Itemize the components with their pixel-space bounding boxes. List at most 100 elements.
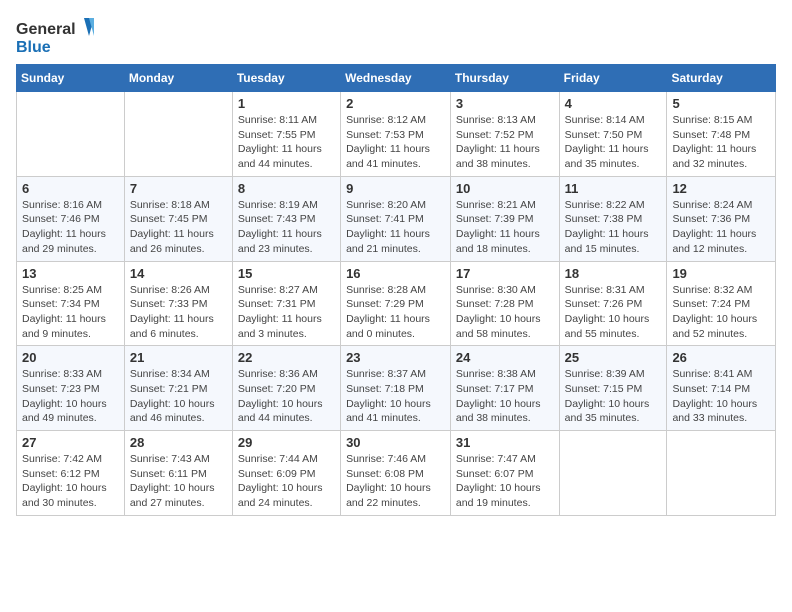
- day-number: 12: [672, 181, 770, 196]
- day-detail: Sunrise: 8:34 AMSunset: 7:21 PMDaylight:…: [130, 367, 227, 426]
- weekday-header-tuesday: Tuesday: [232, 65, 340, 92]
- calendar-cell: 21 Sunrise: 8:34 AMSunset: 7:21 PMDayligh…: [124, 346, 232, 431]
- calendar-cell: 27 Sunrise: 7:42 AMSunset: 6:12 PMDayligh…: [17, 431, 125, 516]
- page-header: GeneralBlue: [16, 16, 776, 56]
- day-detail: Sunrise: 7:46 AMSunset: 6:08 PMDaylight:…: [346, 452, 445, 511]
- day-detail: Sunrise: 8:39 AMSunset: 7:15 PMDaylight:…: [565, 367, 662, 426]
- day-detail: Sunrise: 7:42 AMSunset: 6:12 PMDaylight:…: [22, 452, 119, 511]
- day-detail: Sunrise: 8:41 AMSunset: 7:14 PMDaylight:…: [672, 367, 770, 426]
- calendar-cell: 9 Sunrise: 8:20 AMSunset: 7:41 PMDaylight…: [341, 176, 451, 261]
- day-number: 10: [456, 181, 554, 196]
- day-number: 31: [456, 435, 554, 450]
- weekday-header-friday: Friday: [559, 65, 667, 92]
- day-detail: Sunrise: 8:19 AMSunset: 7:43 PMDaylight:…: [238, 198, 335, 257]
- day-detail: Sunrise: 8:27 AMSunset: 7:31 PMDaylight:…: [238, 283, 335, 342]
- day-number: 18: [565, 266, 662, 281]
- calendar-cell: 20 Sunrise: 8:33 AMSunset: 7:23 PMDayligh…: [17, 346, 125, 431]
- calendar-cell: 10 Sunrise: 8:21 AMSunset: 7:39 PMDayligh…: [450, 176, 559, 261]
- day-detail: Sunrise: 8:20 AMSunset: 7:41 PMDaylight:…: [346, 198, 445, 257]
- day-detail: Sunrise: 8:13 AMSunset: 7:52 PMDaylight:…: [456, 113, 554, 172]
- calendar-cell: 18 Sunrise: 8:31 AMSunset: 7:26 PMDayligh…: [559, 261, 667, 346]
- day-number: 8: [238, 181, 335, 196]
- day-detail: Sunrise: 8:24 AMSunset: 7:36 PMDaylight:…: [672, 198, 770, 257]
- day-detail: Sunrise: 8:14 AMSunset: 7:50 PMDaylight:…: [565, 113, 662, 172]
- day-number: 17: [456, 266, 554, 281]
- day-number: 19: [672, 266, 770, 281]
- calendar-header-row: SundayMondayTuesdayWednesdayThursdayFrid…: [17, 65, 776, 92]
- day-number: 16: [346, 266, 445, 281]
- calendar-week-row: 20 Sunrise: 8:33 AMSunset: 7:23 PMDayligh…: [17, 346, 776, 431]
- day-detail: Sunrise: 8:15 AMSunset: 7:48 PMDaylight:…: [672, 113, 770, 172]
- calendar-cell: 24 Sunrise: 8:38 AMSunset: 7:17 PMDayligh…: [450, 346, 559, 431]
- calendar-cell: 28Sunrise: 7:43 AMSunset: 6:11 PMDayligh…: [124, 431, 232, 516]
- calendar-cell: 8 Sunrise: 8:19 AMSunset: 7:43 PMDaylight…: [232, 176, 340, 261]
- calendar-cell: 4 Sunrise: 8:14 AMSunset: 7:50 PMDaylight…: [559, 92, 667, 177]
- day-number: 27: [22, 435, 119, 450]
- day-number: 7: [130, 181, 227, 196]
- day-detail: Sunrise: 8:16 AMSunset: 7:46 PMDaylight:…: [22, 198, 119, 257]
- day-number: 6: [22, 181, 119, 196]
- calendar-cell: 11 Sunrise: 8:22 AMSunset: 7:38 PMDayligh…: [559, 176, 667, 261]
- calendar-cell: 30Sunrise: 7:46 AMSunset: 6:08 PMDayligh…: [341, 431, 451, 516]
- day-number: 11: [565, 181, 662, 196]
- day-number: 22: [238, 350, 335, 365]
- day-number: 9: [346, 181, 445, 196]
- svg-text:Blue: Blue: [16, 39, 51, 56]
- day-detail: Sunrise: 7:44 AMSunset: 6:09 PMDaylight:…: [238, 452, 335, 511]
- calendar-cell: 16 Sunrise: 8:28 AMSunset: 7:29 PMDayligh…: [341, 261, 451, 346]
- day-detail: Sunrise: 8:18 AMSunset: 7:45 PMDaylight:…: [130, 198, 227, 257]
- day-number: 15: [238, 266, 335, 281]
- weekday-header-thursday: Thursday: [450, 65, 559, 92]
- day-detail: Sunrise: 8:32 AMSunset: 7:24 PMDaylight:…: [672, 283, 770, 342]
- calendar-cell: [17, 92, 125, 177]
- day-detail: Sunrise: 8:37 AMSunset: 7:18 PMDaylight:…: [346, 367, 445, 426]
- calendar-cell: 22Sunrise: 8:36 AMSunset: 7:20 PMDayligh…: [232, 346, 340, 431]
- logo-svg: GeneralBlue: [16, 16, 96, 56]
- calendar-cell: 5 Sunrise: 8:15 AMSunset: 7:48 PMDaylight…: [667, 92, 776, 177]
- day-number: 24: [456, 350, 554, 365]
- day-number: 4: [565, 96, 662, 111]
- day-detail: Sunrise: 8:31 AMSunset: 7:26 PMDaylight:…: [565, 283, 662, 342]
- day-detail: Sunrise: 8:25 AMSunset: 7:34 PMDaylight:…: [22, 283, 119, 342]
- calendar-cell: 15 Sunrise: 8:27 AMSunset: 7:31 PMDayligh…: [232, 261, 340, 346]
- calendar-cell: 1Sunrise: 8:11 AMSunset: 7:55 PMDaylight…: [232, 92, 340, 177]
- day-number: 23: [346, 350, 445, 365]
- calendar-cell: [124, 92, 232, 177]
- calendar-cell: 31 Sunrise: 7:47 AMSunset: 6:07 PMDayligh…: [450, 431, 559, 516]
- svg-text:General: General: [16, 21, 76, 38]
- calendar-cell: 19 Sunrise: 8:32 AMSunset: 7:24 PMDayligh…: [667, 261, 776, 346]
- calendar-week-row: 13 Sunrise: 8:25 AMSunset: 7:34 PMDayligh…: [17, 261, 776, 346]
- day-detail: Sunrise: 8:33 AMSunset: 7:23 PMDaylight:…: [22, 367, 119, 426]
- day-detail: Sunrise: 8:11 AMSunset: 7:55 PMDaylight:…: [238, 113, 335, 172]
- calendar-cell: 29 Sunrise: 7:44 AMSunset: 6:09 PMDayligh…: [232, 431, 340, 516]
- calendar-cell: 2 Sunrise: 8:12 AMSunset: 7:53 PMDaylight…: [341, 92, 451, 177]
- day-detail: Sunrise: 8:38 AMSunset: 7:17 PMDaylight:…: [456, 367, 554, 426]
- calendar-cell: [667, 431, 776, 516]
- calendar-table: SundayMondayTuesdayWednesdayThursdayFrid…: [16, 64, 776, 516]
- day-number: 20: [22, 350, 119, 365]
- weekday-header-sunday: Sunday: [17, 65, 125, 92]
- weekday-header-saturday: Saturday: [667, 65, 776, 92]
- weekday-header-wednesday: Wednesday: [341, 65, 451, 92]
- day-detail: Sunrise: 8:30 AMSunset: 7:28 PMDaylight:…: [456, 283, 554, 342]
- calendar-cell: 26 Sunrise: 8:41 AMSunset: 7:14 PMDayligh…: [667, 346, 776, 431]
- day-number: 14: [130, 266, 227, 281]
- day-number: 13: [22, 266, 119, 281]
- day-number: 5: [672, 96, 770, 111]
- day-detail: Sunrise: 8:28 AMSunset: 7:29 PMDaylight:…: [346, 283, 445, 342]
- day-detail: Sunrise: 8:22 AMSunset: 7:38 PMDaylight:…: [565, 198, 662, 257]
- day-detail: Sunrise: 8:12 AMSunset: 7:53 PMDaylight:…: [346, 113, 445, 172]
- day-number: 26: [672, 350, 770, 365]
- calendar-cell: 6 Sunrise: 8:16 AMSunset: 7:46 PMDaylight…: [17, 176, 125, 261]
- calendar-cell: 17 Sunrise: 8:30 AMSunset: 7:28 PMDayligh…: [450, 261, 559, 346]
- day-detail: Sunrise: 8:21 AMSunset: 7:39 PMDaylight:…: [456, 198, 554, 257]
- day-detail: Sunrise: 7:47 AMSunset: 6:07 PMDaylight:…: [456, 452, 554, 511]
- day-number: 3: [456, 96, 554, 111]
- day-detail: Sunrise: 8:26 AMSunset: 7:33 PMDaylight:…: [130, 283, 227, 342]
- calendar-week-row: 1Sunrise: 8:11 AMSunset: 7:55 PMDaylight…: [17, 92, 776, 177]
- day-number: 29: [238, 435, 335, 450]
- weekday-header-monday: Monday: [124, 65, 232, 92]
- day-number: 2: [346, 96, 445, 111]
- logo: GeneralBlue: [16, 16, 96, 56]
- day-number: 21: [130, 350, 227, 365]
